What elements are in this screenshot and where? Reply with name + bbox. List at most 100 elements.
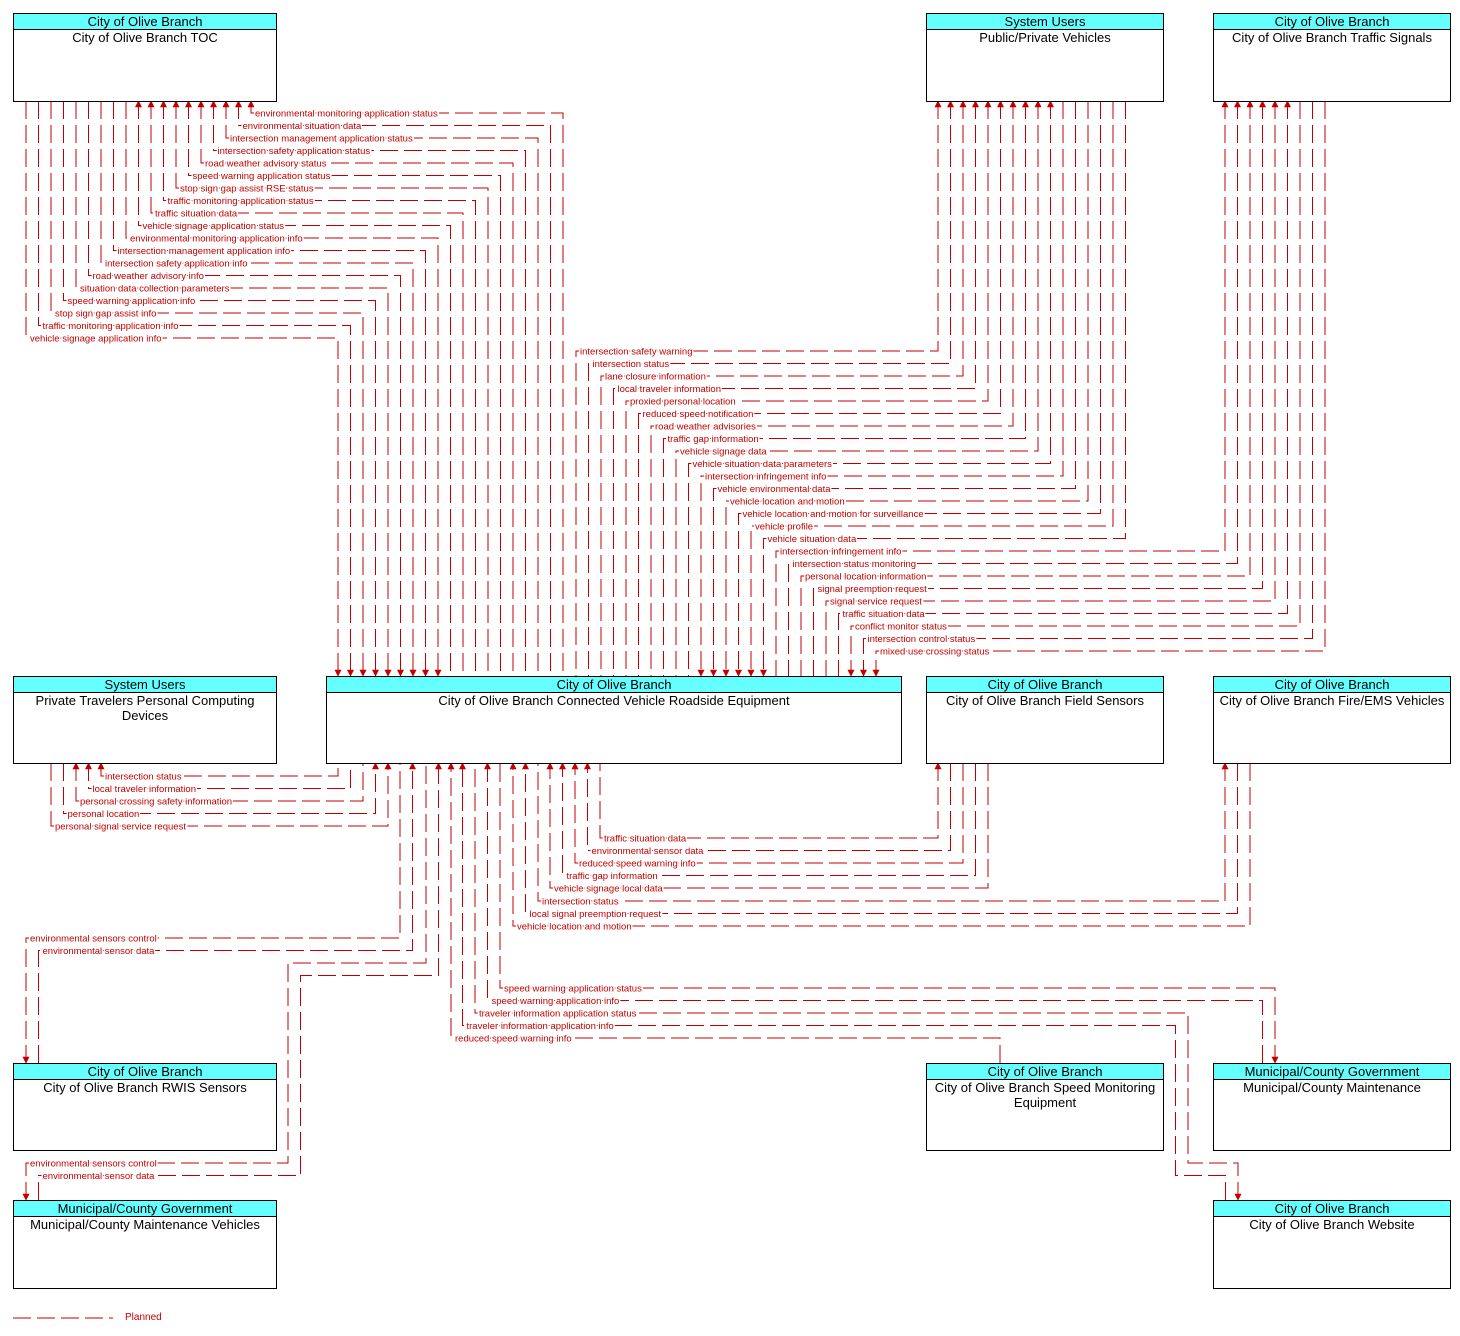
stakeholder-label: Municipal/County Government bbox=[14, 1201, 276, 1217]
flow-label: intersection management application stat… bbox=[230, 134, 413, 145]
flow-label: mixed use crossing status bbox=[880, 647, 990, 658]
flow-label: environmental sensor data bbox=[43, 946, 156, 957]
flow-label: proxied personal location bbox=[630, 397, 736, 408]
flow-line[interactable] bbox=[599, 762, 942, 839]
flow-label: traveler information application info bbox=[467, 1021, 614, 1032]
element-rse[interactable]: City of Olive Branch City of Olive Branch… bbox=[326, 676, 902, 764]
flow-label: vehicle location and motion for surveill… bbox=[743, 509, 924, 520]
flow-label: environmental sensors control bbox=[30, 1159, 157, 1170]
flow-label: reduced speed warning info bbox=[579, 859, 696, 870]
flow-label: situation data collection parameters bbox=[80, 284, 230, 295]
stakeholder-label: City of Olive Branch bbox=[327, 677, 901, 693]
flow-label: traffic monitoring application status bbox=[168, 196, 314, 207]
legend-label: Planned bbox=[125, 1312, 162, 1323]
element-name: City of Olive Branch Fire/EMS Vehicles bbox=[1219, 693, 1445, 708]
flow-label: intersection infringement info bbox=[780, 547, 901, 558]
element-name: City of Olive Branch Traffic Signals bbox=[1232, 30, 1432, 45]
flow-label: personal crossing safety information bbox=[80, 797, 232, 808]
flow-label: environmental sensor data bbox=[43, 1171, 156, 1182]
flow-label: lane closure information bbox=[605, 372, 706, 383]
flow-label: personal location bbox=[68, 809, 140, 820]
stakeholder-label: City of Olive Branch bbox=[1214, 677, 1450, 693]
flow-label: speed warning application status bbox=[193, 171, 331, 182]
flow-label: stop sign gap assist RSE status bbox=[180, 184, 314, 195]
flow-label: traffic gap information bbox=[567, 871, 658, 882]
flow-label: traffic situation data bbox=[604, 834, 687, 845]
flow-label: environmental sensor data bbox=[592, 846, 705, 857]
stakeholder-label: Municipal/County Government bbox=[1214, 1064, 1450, 1080]
flow-label: reduced speed notification bbox=[643, 409, 754, 420]
flow-label: intersection safety application info bbox=[105, 259, 248, 270]
element-pt[interactable]: System Users Private Travelers Personal C… bbox=[13, 676, 277, 764]
element-ems[interactable]: City of Olive Branch City of Olive Branch… bbox=[1213, 676, 1451, 764]
flow-label: intersection status monitoring bbox=[793, 559, 917, 570]
flow-label: vehicle signage data bbox=[680, 447, 767, 458]
flow-label: conflict monitor status bbox=[855, 622, 947, 633]
stakeholder-label: City of Olive Branch bbox=[1214, 1201, 1450, 1217]
element-mv[interactable]: Municipal/County Government Municipal/Cou… bbox=[13, 1200, 277, 1289]
flow-label: signal service request bbox=[830, 597, 922, 608]
flow-label: speed warning application info bbox=[68, 296, 196, 307]
flow-label: personal location information bbox=[805, 572, 926, 583]
flow-label: local traveler information bbox=[618, 384, 722, 395]
flow-label: local signal preemption request bbox=[530, 909, 662, 920]
flow-label: road weather advisory status bbox=[205, 159, 327, 170]
flow-label: intersection safety application status bbox=[218, 146, 371, 157]
flow-label: vehicle situation data bbox=[768, 534, 857, 545]
element-name: Municipal/County Maintenance Vehicles bbox=[30, 1217, 260, 1232]
flow-label: intersection management application info bbox=[118, 246, 291, 257]
element-name: Public/Private Vehicles bbox=[979, 30, 1111, 45]
flow-label: vehicle signage application status bbox=[143, 221, 285, 232]
element-fs[interactable]: City of Olive Branch City of Olive Branch… bbox=[926, 676, 1164, 764]
flow-label: environmental sensors control bbox=[30, 934, 157, 945]
element-name: City of Olive Branch Connected Vehicle R… bbox=[438, 693, 790, 708]
stakeholder-label: City of Olive Branch bbox=[14, 14, 276, 30]
flow-label: traffic gap information bbox=[668, 434, 759, 445]
flow-label: vehicle situation data parameters bbox=[693, 459, 833, 470]
flow-label: environmental situation data bbox=[243, 121, 363, 132]
stakeholder-label: System Users bbox=[14, 677, 276, 693]
element-name: City of Olive Branch Speed Monitoring Eq… bbox=[934, 1080, 1156, 1110]
element-name: City of Olive Branch Field Sensors bbox=[946, 693, 1144, 708]
flow-label: speed warning application info bbox=[492, 996, 620, 1007]
element-sme[interactable]: City of Olive Branch City of Olive Branch… bbox=[926, 1063, 1164, 1151]
element-rwis[interactable]: City of Olive Branch City of Olive Branch… bbox=[13, 1063, 277, 1151]
flow-label: road weather advisories bbox=[655, 422, 756, 433]
element-name: City of Olive Branch TOC bbox=[72, 30, 218, 45]
element-ts[interactable]: City of Olive Branch City of Olive Branch… bbox=[1213, 13, 1451, 102]
flow-label: signal preemption request bbox=[818, 584, 928, 595]
element-web[interactable]: City of Olive Branch City of Olive Branch… bbox=[1213, 1200, 1451, 1289]
flow-line[interactable] bbox=[38, 762, 416, 1063]
stakeholder-label: City of Olive Branch bbox=[927, 677, 1163, 693]
flow-label: intersection safety warning bbox=[580, 347, 692, 358]
flow-label: local traveler information bbox=[93, 784, 197, 795]
element-name: Municipal/County Maintenance bbox=[1243, 1080, 1421, 1095]
element-name: City of Olive Branch RWIS Sensors bbox=[43, 1080, 247, 1095]
flow-label: stop sign gap assist info bbox=[55, 309, 156, 320]
flow-label: intersection control status bbox=[868, 634, 976, 645]
flow-label: intersection status bbox=[593, 359, 670, 370]
element-name: City of Olive Branch Website bbox=[1249, 1217, 1415, 1232]
flow-label: environmental monitoring application inf… bbox=[130, 234, 303, 245]
flow-label: vehicle signage application info bbox=[30, 334, 162, 345]
flow-label: road weather advisory info bbox=[93, 271, 204, 282]
flow-label: intersection status bbox=[105, 772, 182, 783]
element-muni[interactable]: Municipal/County Government Municipal/Cou… bbox=[1213, 1063, 1451, 1151]
flow-label: traffic monitoring application info bbox=[43, 321, 179, 332]
flow-label: vehicle profile bbox=[755, 522, 813, 533]
flow-label: personal signal service request bbox=[55, 822, 186, 833]
flow-line[interactable] bbox=[509, 762, 1251, 927]
element-ppv[interactable]: System Users Public/Private Vehicles bbox=[926, 13, 1164, 102]
stakeholder-label: City of Olive Branch bbox=[927, 1064, 1163, 1080]
flow-label: traffic situation data bbox=[155, 209, 238, 220]
element-toc[interactable]: City of Olive Branch City of Olive Branch… bbox=[13, 13, 277, 102]
flow-label: vehicle environmental data bbox=[718, 484, 832, 495]
flow-label: vehicle location and motion bbox=[517, 922, 632, 933]
element-name: Private Travelers Personal Computing Dev… bbox=[35, 693, 255, 723]
stakeholder-label: City of Olive Branch bbox=[1214, 14, 1450, 30]
flow-line[interactable] bbox=[22, 763, 401, 1064]
stakeholder-label: System Users bbox=[927, 14, 1163, 30]
flow-label: intersection status bbox=[542, 897, 619, 908]
flow-label: intersection infringement info bbox=[705, 472, 826, 483]
flow-label: environmental monitoring application sta… bbox=[255, 109, 438, 120]
